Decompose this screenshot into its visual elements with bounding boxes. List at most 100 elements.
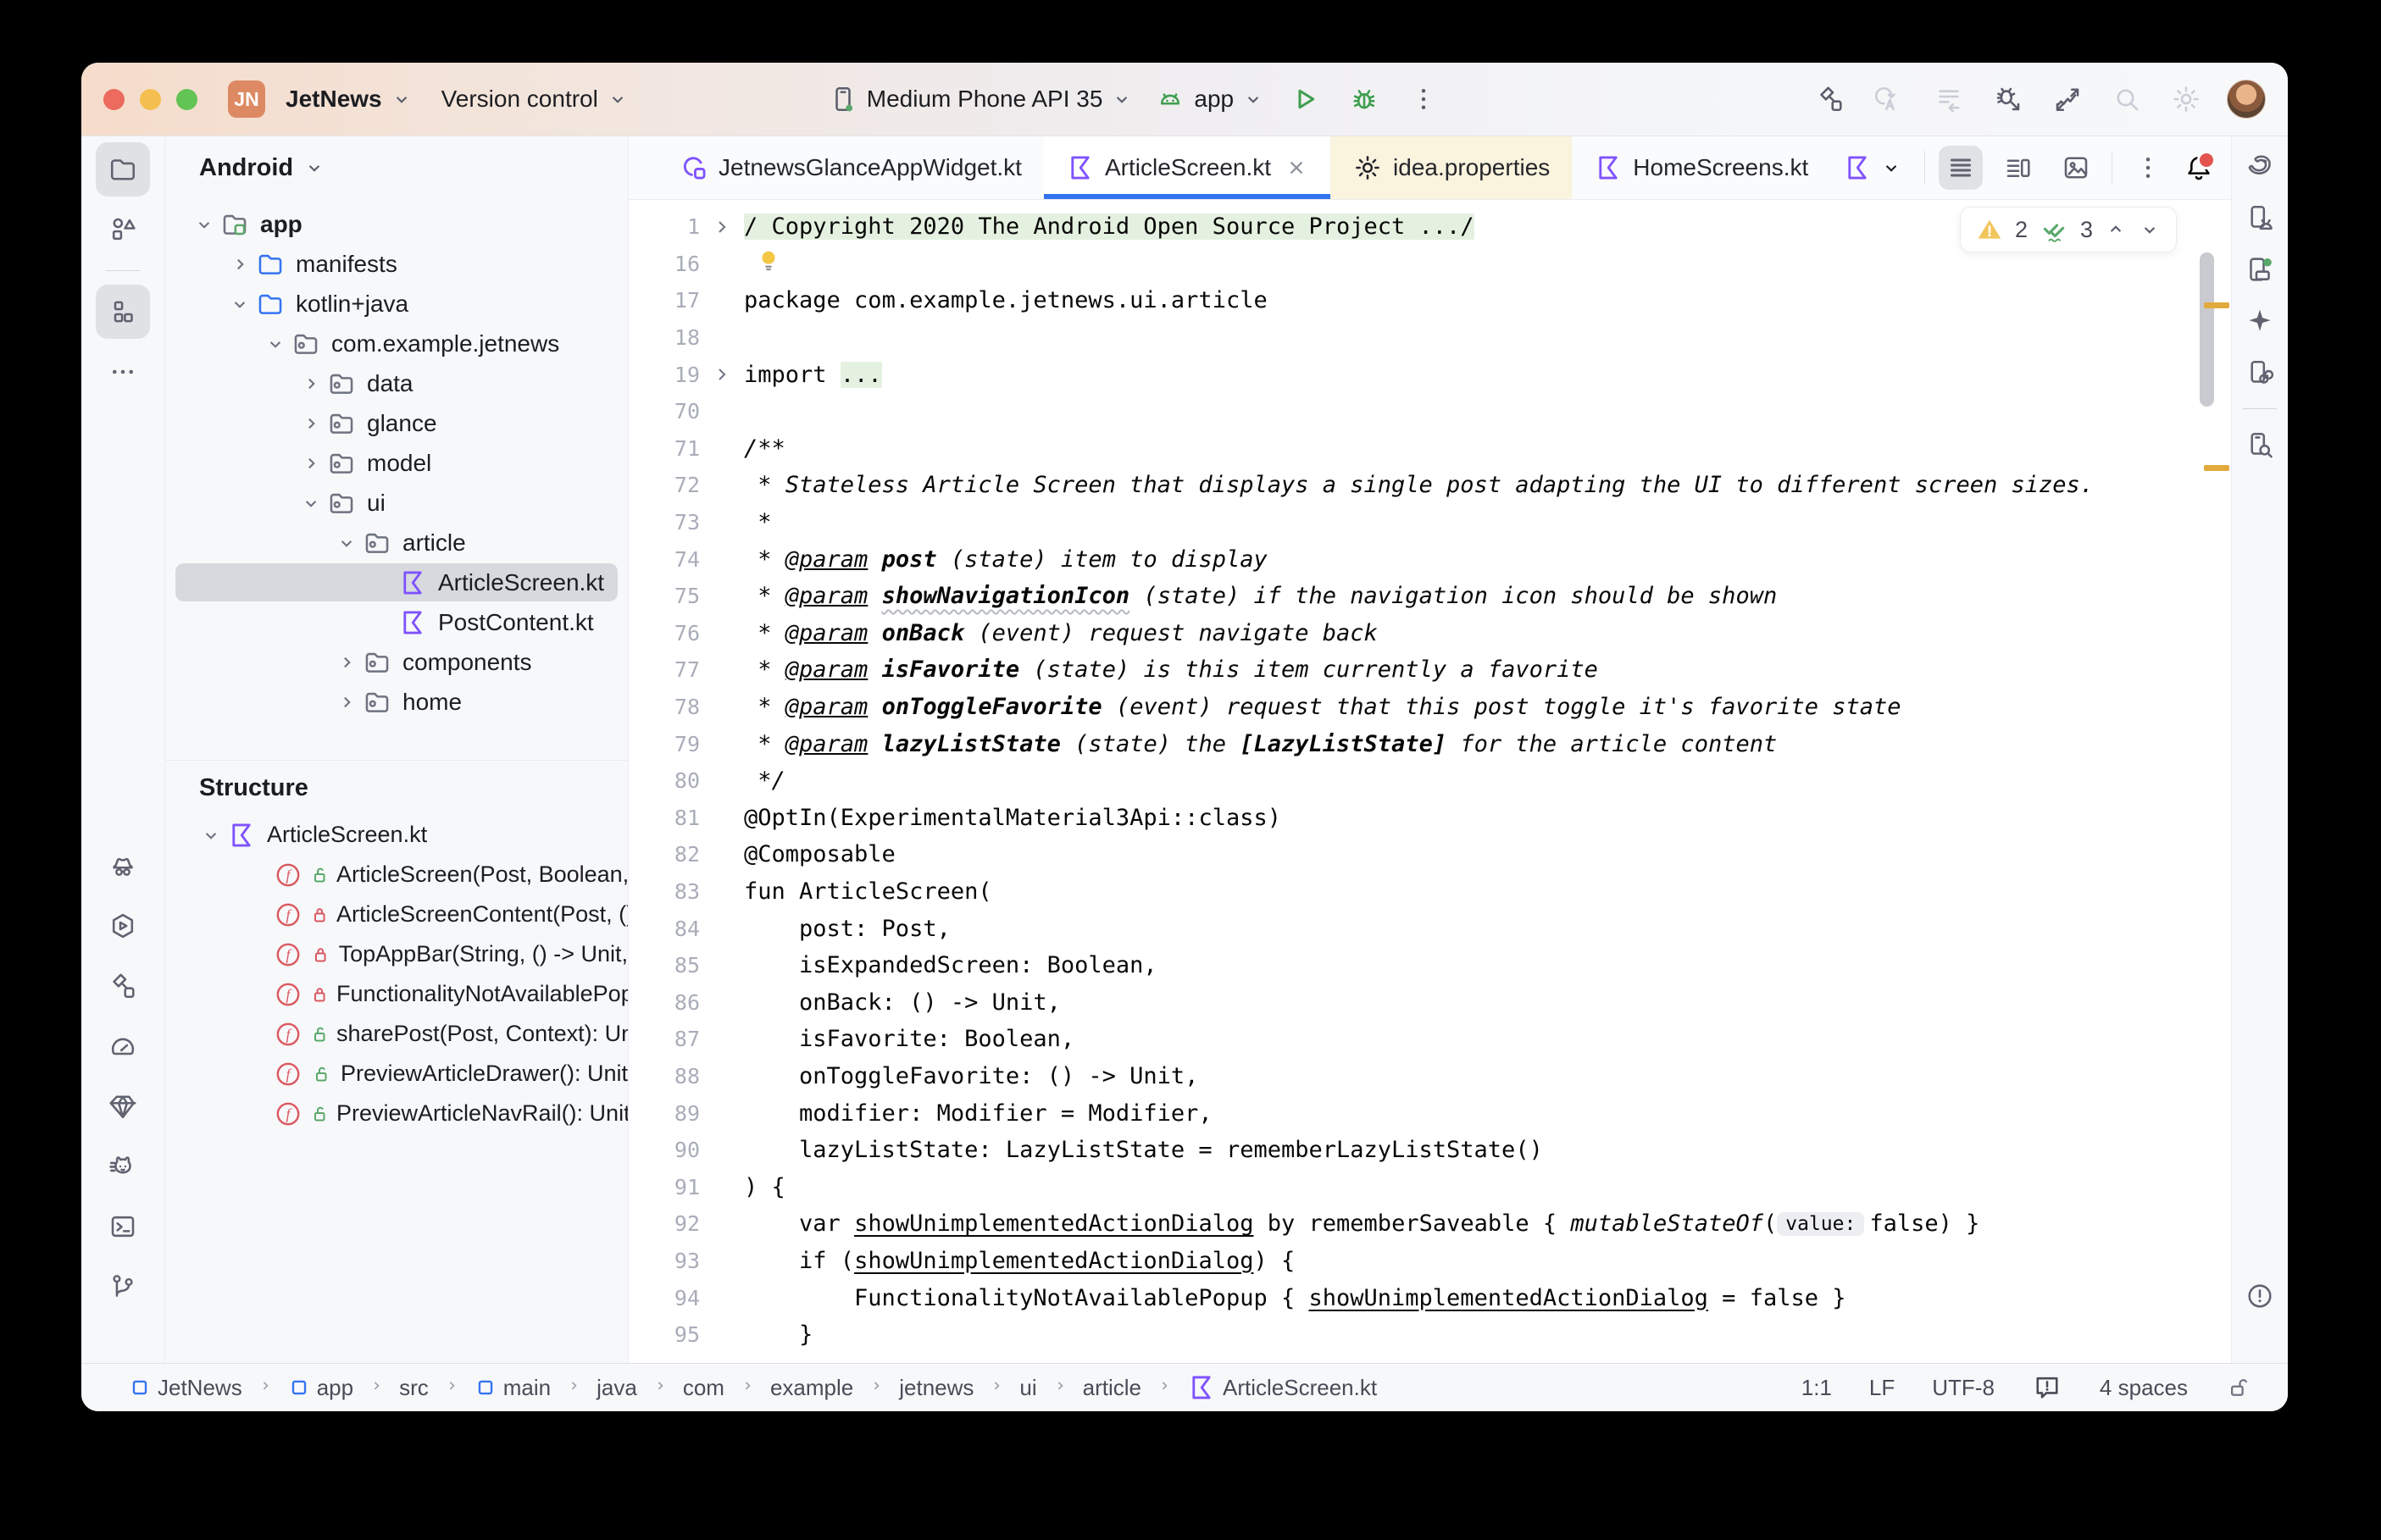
debug-button[interactable] (1346, 80, 1383, 118)
code-text[interactable]: * (744, 509, 2231, 535)
code-line[interactable]: 74 * @param post (state) item to display (629, 540, 2231, 578)
layout-inspector-button[interactable] (2238, 423, 2282, 467)
tree-item-manifests[interactable]: manifests (165, 244, 628, 284)
problems-button[interactable] (2238, 1274, 2282, 1318)
code-line[interactable]: 90 lazyListState: LazyListState = rememb… (629, 1132, 2231, 1169)
user-avatar[interactable] (2227, 80, 2266, 119)
tree-item-kotlin+java[interactable]: kotlin+java (165, 284, 628, 324)
code-text[interactable]: /** (744, 435, 2231, 462)
profiler-gauge-button[interactable] (96, 1019, 150, 1073)
list-view-button[interactable] (1939, 146, 1983, 190)
indent-style[interactable]: 4 spaces (2100, 1375, 2188, 1401)
inspections-widget[interactable]: 2 3 (1960, 207, 2177, 252)
tree-chevron-icon[interactable] (331, 647, 362, 678)
code-text[interactable]: import ... (744, 362, 2231, 388)
services-hexagon-button[interactable] (96, 899, 150, 953)
code-line[interactable]: 75 * @param showNavigationIcon (state) i… (629, 578, 2231, 615)
code-text[interactable]: modifier: Modifier = Modifier, (744, 1100, 2231, 1127)
caret-position[interactable]: 1:1 (1801, 1375, 1832, 1401)
logcat-cat-button[interactable] (96, 1139, 150, 1194)
code-line[interactable]: 17package com.example.jetnews.ui.article (629, 282, 2231, 319)
intention-bulb-icon[interactable] (756, 247, 781, 281)
code-text[interactable]: onToggleFavorite: () -> Unit, (744, 1063, 2231, 1089)
code-text[interactable]: * @param showNavigationIcon (state) if t… (744, 583, 2231, 609)
device-manager-button[interactable] (2238, 196, 2282, 240)
breadcrumb-article[interactable]: article (1083, 1375, 1141, 1401)
code-text[interactable]: * @param onBack (event) request navigate… (744, 620, 2231, 646)
tree-chevron-icon[interactable] (189, 209, 219, 240)
structure-item-FunctionalityNotAvailablePop[interactable]: fFunctionalityNotAvailablePop (165, 974, 628, 1014)
project-view-selector[interactable]: Android (165, 136, 628, 199)
code-text[interactable]: post: Post, (744, 916, 2231, 942)
code-text[interactable]: * @param isFavorite (state) is this item… (744, 656, 2231, 683)
code-line[interactable]: 79 * @param lazyListState (state) the [L… (629, 725, 2231, 762)
tree-item-home[interactable]: home (165, 682, 628, 722)
code-text[interactable]: */ (744, 767, 2231, 794)
code-text[interactable]: @OptIn(ExperimentalMaterial3Api::class) (744, 805, 2231, 831)
structure-item-ArticleScreen[interactable]: fArticleScreen(Post, Boolean, (165, 855, 628, 895)
structure-item-PreviewArticleNavRail[interactable]: fPreviewArticleNavRail(): Unit (165, 1094, 628, 1133)
code-line[interactable]: 73 * (629, 504, 2231, 541)
split-view-button[interactable] (1996, 146, 2040, 190)
tree-item-PostContent.kt[interactable]: PostContent.kt (165, 602, 628, 642)
code-line[interactable]: 86 onBack: () -> Unit, (629, 983, 2231, 1021)
warning-stripe[interactable] (2204, 465, 2229, 471)
run-button[interactable] (1286, 80, 1324, 118)
code-text[interactable]: package com.example.jetnews.ui.article (744, 287, 2231, 313)
code-line[interactable]: 92 var showUnimplementedActionDialog by … (629, 1205, 2231, 1243)
code-text[interactable]: fun ArticleScreen( (744, 878, 2231, 905)
code-text[interactable]: var showUnimplementedActionDialog by rem… (744, 1210, 2231, 1237)
code-line[interactable]: 83fun ArticleScreen( (629, 873, 2231, 911)
device-selector[interactable]: Medium Phone API 35 (828, 84, 1134, 114)
tree-item-glance[interactable]: glance (165, 403, 628, 443)
code-line[interactable]: 70 (629, 393, 2231, 430)
code-line[interactable]: 91) { (629, 1168, 2231, 1205)
search-button[interactable] (2108, 80, 2145, 118)
tree-chevron-icon[interactable] (331, 687, 362, 717)
code-text[interactable]: lazyListState: LazyListState = rememberL… (744, 1137, 2231, 1163)
breadcrumb-src[interactable]: src (399, 1375, 429, 1401)
tree-chevron-icon[interactable] (260, 329, 291, 359)
tree-item-app[interactable]: app (165, 204, 628, 244)
code-line[interactable]: 93 if (showUnimplementedActionDialog) { (629, 1243, 2231, 1280)
warning-stripe[interactable] (2204, 302, 2229, 308)
gemini-sparkle-button[interactable] (2238, 299, 2282, 343)
code-line[interactable]: 81@OptIn(ExperimentalMaterial3Api::class… (629, 800, 2231, 837)
device-mirroring-button[interactable] (2238, 351, 2282, 395)
code-line[interactable]: 18 (629, 319, 2231, 357)
line-separator[interactable]: LF (1869, 1375, 1895, 1401)
code-text[interactable]: * Stateless Article Screen that displays… (744, 472, 2231, 498)
breadcrumb-app[interactable]: app (288, 1375, 353, 1401)
more-tools-button[interactable] (96, 345, 150, 399)
version-control-branch-button[interactable] (96, 1260, 150, 1314)
tree-item-article[interactable]: article (165, 523, 628, 562)
terminal-button[interactable] (96, 1199, 150, 1254)
write-access[interactable] (2225, 1375, 2251, 1400)
prev-problem-icon[interactable] (2105, 219, 2127, 241)
running-devices-button[interactable] (2238, 247, 2282, 291)
code-line[interactable]: 72 * Stateless Article Screen that displ… (629, 467, 2231, 504)
breadcrumb-ui[interactable]: ui (1019, 1375, 1036, 1401)
next-problem-icon[interactable] (2139, 219, 2161, 241)
a-arrow-button[interactable] (1871, 80, 1908, 118)
breadcrumb-example[interactable]: example (770, 1375, 853, 1401)
app-quality-insights-button[interactable] (96, 839, 150, 893)
structure-item-ArticleScreenContent[interactable]: fArticleScreenContent(Post, () (165, 895, 628, 934)
code-editor[interactable]: 1/ Copyright 2020 The Android Open Sourc… (629, 200, 2231, 1363)
code-line[interactable]: 76 * @param onBack (event) request navig… (629, 615, 2231, 652)
more-run-options-button[interactable] (1405, 80, 1442, 118)
code-text[interactable]: isFavorite: Boolean, (744, 1026, 2231, 1052)
close-tab-icon[interactable] (1285, 156, 1308, 180)
code-text[interactable]: } (744, 1321, 2231, 1348)
project-menu[interactable]: JetNews (277, 86, 421, 113)
tree-item-model[interactable]: model (165, 443, 628, 483)
breadcrumb-JetNews[interactable]: JetNews (129, 1375, 242, 1401)
code-line[interactable]: 85 isExpandedScreen: Boolean, (629, 947, 2231, 984)
tree-chevron-icon[interactable] (296, 368, 326, 399)
structure-item-PreviewArticleDrawer[interactable]: fPreviewArticleDrawer(): Unit (165, 1054, 628, 1094)
project-folder-button[interactable] (96, 142, 150, 197)
structure-item-sharePost[interactable]: fsharePost(Post, Context): Un (165, 1014, 628, 1054)
code-line[interactable]: 87 isFavorite: Boolean, (629, 1021, 2231, 1058)
tree-item-ui[interactable]: ui (165, 483, 628, 523)
version-control-menu[interactable]: Version control (433, 86, 637, 113)
